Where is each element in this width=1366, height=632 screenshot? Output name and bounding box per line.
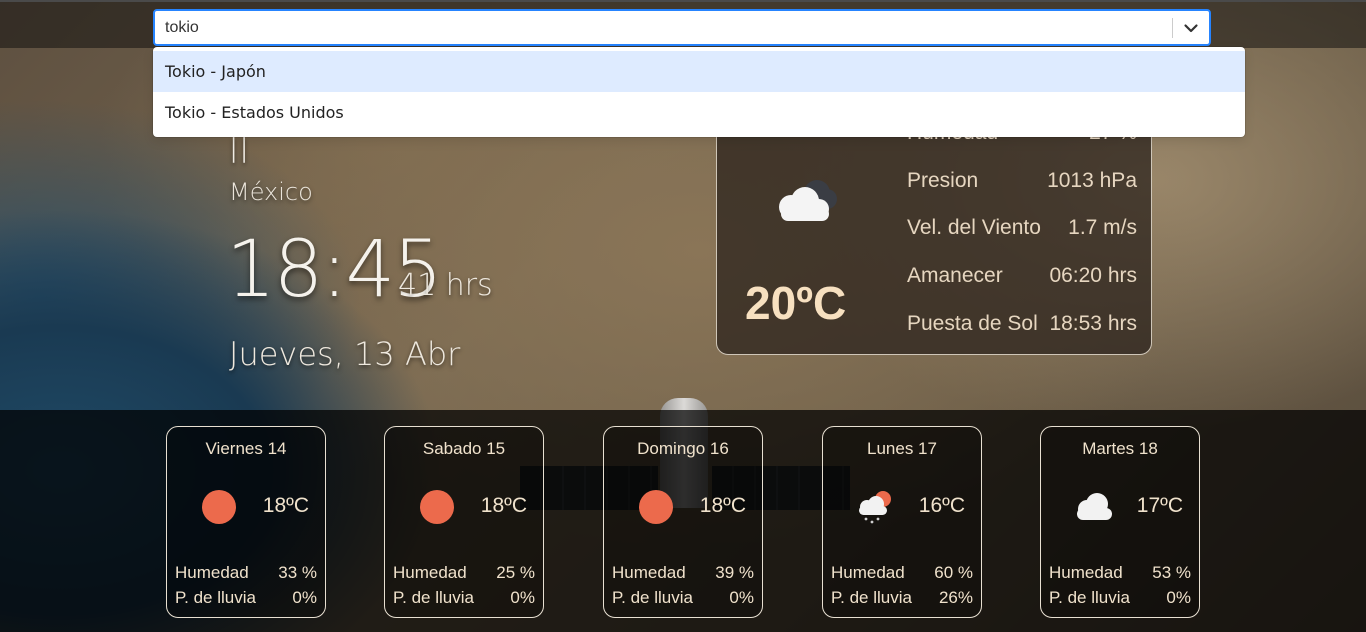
forecast-humidity: Humedad 39 % <box>612 563 754 583</box>
humidity-value: 33 % <box>278 563 317 582</box>
rain-label: P. de lluvia <box>1049 588 1130 607</box>
stat-label: Vel. del Viento <box>907 216 1041 239</box>
forecast-card: Lunes 17 16ºC Humedad 60 % P. de lluvia … <box>822 426 982 618</box>
stat-pressure: Presion 1013 hPa <box>907 169 1137 199</box>
sun-icon <box>420 490 454 524</box>
stat-value: 18:53 hrs <box>1049 312 1137 335</box>
humidity-value: 53 % <box>1152 563 1191 582</box>
current-temperature: 20ºC <box>745 277 847 329</box>
rain-sun-icon <box>859 491 891 524</box>
rain-value: 0% <box>510 588 535 607</box>
search-input[interactable]: tokio <box>165 11 199 44</box>
forecast-temp: 18ºC <box>262 494 309 517</box>
forecast-humidity: Humedad 33 % <box>175 563 317 583</box>
stat-value: 1.7 m/s <box>1068 216 1137 239</box>
forecast-temp: 16ºC <box>918 494 965 517</box>
stat-value: 1013 hPa <box>1047 169 1137 192</box>
city-search-select[interactable]: tokio <box>153 9 1211 46</box>
forecast-humidity: Humedad 25 % <box>393 563 535 583</box>
forecast-card: Viernes 14 18ºC Humedad 33 % P. de lluvi… <box>166 426 326 618</box>
rain-value: 0% <box>292 588 317 607</box>
country-name: México <box>229 178 313 206</box>
humidity-value: 39 % <box>715 563 754 582</box>
stat-sunrise: Amanecer 06:20 hrs <box>907 264 1137 294</box>
forecast-rain: P. de lluvia 0% <box>175 588 317 608</box>
forecast-humidity: Humedad 60 % <box>831 563 973 583</box>
rain-label: P. de lluvia <box>612 588 693 607</box>
rain-value: 0% <box>729 588 754 607</box>
forecast-rain: P. de lluvia 26% <box>831 588 973 608</box>
rain-label: P. de lluvia <box>393 588 474 607</box>
option-tokio-japon[interactable]: Tokio - Japón <box>153 51 1245 92</box>
forecast-card: Martes 18 17ºC Humedad 53 % P. de lluvia… <box>1040 426 1200 618</box>
cloud-icon <box>1077 493 1112 520</box>
rain-value: 0% <box>1166 588 1191 607</box>
cloudy-icon <box>779 180 837 221</box>
forecast-rain: P. de lluvia 0% <box>612 588 754 608</box>
forecast-day: Martes 18 <box>1082 439 1158 458</box>
chevron-down-icon[interactable] <box>1181 18 1201 38</box>
humidity-label: Humedad <box>831 563 905 582</box>
forecast-day: Domingo 16 <box>637 439 729 458</box>
humidity-label: Humedad <box>175 563 249 582</box>
forecast-day: Sabado 15 <box>422 439 506 458</box>
clock-seconds: 41 hrs <box>398 268 493 303</box>
forecast-temp: 18ºC <box>480 494 527 517</box>
select-separator <box>1172 18 1173 38</box>
forecast-card: Sabado 15 18ºC Humedad 25 % P. de lluvia… <box>384 426 544 618</box>
humidity-label: Humedad <box>393 563 467 582</box>
stat-value: 06:20 hrs <box>1049 264 1137 287</box>
stat-wind-speed: Vel. del Viento 1.7 m/s <box>907 216 1137 246</box>
stat-label: Presion <box>907 169 979 192</box>
sun-icon <box>202 490 236 524</box>
stat-label: Amanecer <box>907 264 1003 287</box>
rain-label: P. de lluvia <box>175 588 256 607</box>
forecast-card: Domingo 16 18ºC Humedad 39 % P. de lluvi… <box>603 426 763 618</box>
forecast-rain: P. de lluvia 0% <box>393 588 535 608</box>
city-name: ll <box>229 132 250 172</box>
humidity-value: 60 % <box>934 563 973 582</box>
humidity-label: Humedad <box>1049 563 1123 582</box>
humidity-value: 25 % <box>496 563 535 582</box>
rain-value: 26% <box>938 588 973 607</box>
stat-sunset: Puesta de Sol 18:53 hrs <box>907 312 1137 342</box>
city-options-menu: Tokio - Japón Tokio - Estados Unidos <box>153 47 1245 137</box>
forecast-rain: P. de lluvia 0% <box>1049 588 1191 608</box>
rain-label: P. de lluvia <box>831 588 912 607</box>
clock-date: Jueves, 13 Abr <box>229 335 461 373</box>
sun-icon <box>639 490 673 524</box>
humidity-label: Humedad <box>612 563 686 582</box>
forecast-temp: 17ºC <box>1136 494 1183 517</box>
forecast-temp: 18ºC <box>699 494 746 517</box>
forecast-day: Lunes 17 <box>867 439 937 458</box>
option-tokio-estados-unidos[interactable]: Tokio - Estados Unidos <box>153 92 1245 133</box>
forecast-day: Viernes 14 <box>205 439 287 458</box>
forecast-humidity: Humedad 53 % <box>1049 563 1191 583</box>
stat-label: Puesta de Sol <box>907 312 1038 335</box>
